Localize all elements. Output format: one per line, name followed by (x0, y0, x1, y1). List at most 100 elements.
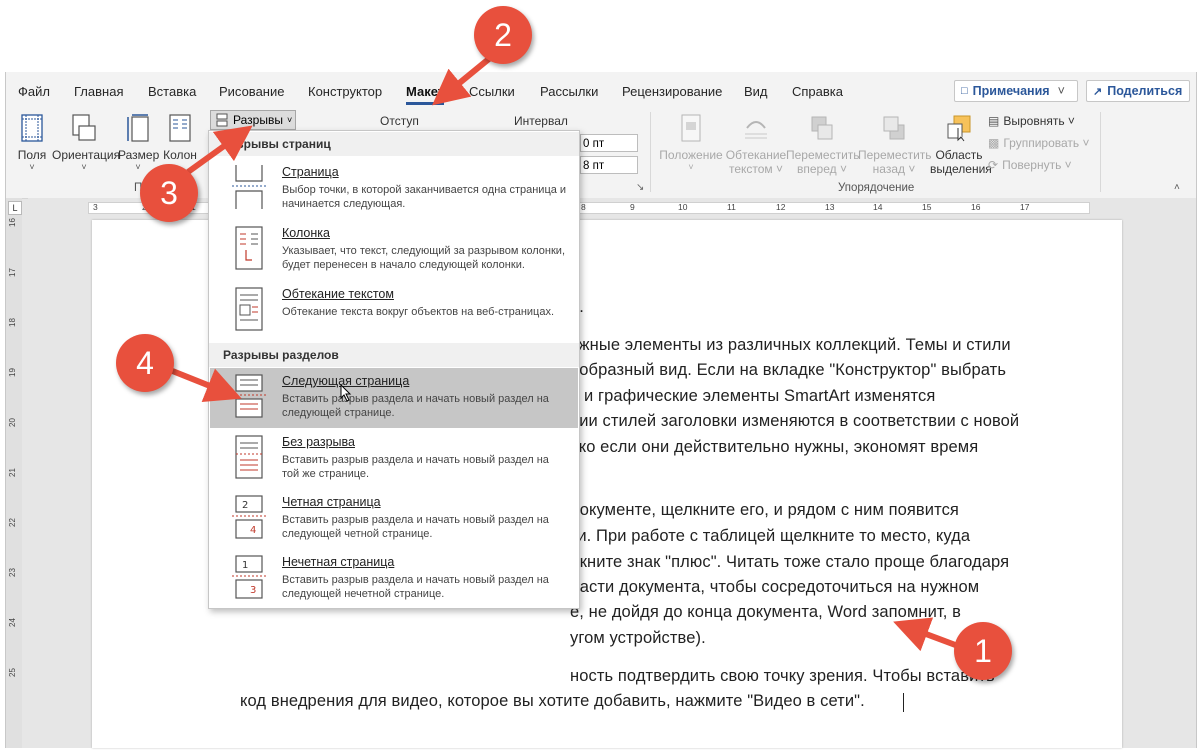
ruler-number: 3 (93, 202, 98, 212)
orientation-button[interactable]: Ориентация ˅ (52, 114, 121, 172)
size-button[interactable]: Размер ˅ (118, 114, 160, 172)
ruler-number: 24 (7, 618, 17, 627)
breaks-dropdown: Разрывы страниц Страница Выбор точки, в … (208, 130, 580, 609)
svg-text:1: 1 (242, 560, 248, 571)
ribbon-tab-bar: Файл Главная Вставка Рисование Конструкт… (6, 72, 1196, 109)
dialog-launcher-icon[interactable]: ↘ (636, 182, 644, 193)
tab-selector[interactable]: L (8, 201, 22, 215)
tab-references[interactable]: Ссылки (469, 84, 515, 99)
spacing-after-input[interactable]: 8 пт (580, 156, 638, 174)
wrap-text-label-1: Обтекание (725, 148, 787, 162)
margins-button[interactable]: Поля ˅ (12, 114, 52, 172)
tab-help[interactable]: Справка (792, 84, 843, 99)
doc-line: ласти документа, чтобы сосредоточиться н… (570, 578, 980, 596)
break-odd-page-title: Нечетная страница (282, 555, 395, 569)
break-even-page-item[interactable]: 24 Четная страница Вставить разрыв разде… (210, 489, 578, 549)
margins-label: Поля (17, 148, 47, 162)
section-breaks-header: Разрывы разделов (209, 343, 579, 367)
tab-draw[interactable]: Рисование (219, 84, 284, 99)
break-column-item[interactable]: Колонка Указывает, что текст, следующий … (210, 220, 578, 280)
rotate-icon: ⟳ (988, 158, 999, 172)
share-button[interactable]: ↗ Поделиться (1086, 80, 1190, 102)
break-text-wrapping-item[interactable]: Обтекание текстом Обтекание текста вокру… (210, 281, 578, 341)
send-backward-button[interactable]: Переместить назад ˅ (858, 114, 932, 176)
break-even-page-desc: Вставить разрыв раздела и начать новый р… (282, 514, 549, 540)
arrange-group-label: Упорядочение (838, 182, 915, 194)
size-label: Размер (118, 148, 160, 162)
ruler-number: 21 (7, 468, 17, 477)
wrap-text-icon (745, 121, 767, 139)
svg-text:4: 4 (250, 525, 256, 536)
spacing-after-value: 8 пт (583, 160, 605, 172)
page-breaks-header: Разрывы страниц (209, 132, 579, 156)
breaks-label: Разрывы (233, 113, 283, 127)
doc-line: и графические элементы SmartArt изменятс… (584, 387, 936, 405)
tab-mailings[interactable]: Рассылки (540, 84, 598, 99)
break-text-wrapping-title: Обтекание текстом (282, 287, 394, 301)
selection-pane-label-1: Область (935, 148, 983, 162)
tab-home[interactable]: Главная (74, 84, 123, 99)
tab-insert[interactable]: Вставка (148, 84, 196, 99)
send-backward-label-1: Переместить (858, 148, 932, 162)
rotate-button[interactable]: ⟳ Повернуть ˅ (988, 158, 1072, 172)
svg-text:3: 3 (250, 585, 256, 596)
spacing-before-input[interactable]: 0 пт (580, 134, 638, 152)
break-next-page-item[interactable]: Следующая страница Вставить разрыв разде… (210, 368, 578, 428)
doc-line: код внедрения для видео, которое вы хоти… (240, 692, 865, 710)
tab-view[interactable]: Вид (744, 84, 768, 99)
selection-pane-icon (947, 115, 971, 142)
tab-file[interactable]: Файл (18, 84, 50, 99)
ruler-number: 16 (971, 202, 981, 212)
wrap-text-button[interactable]: Обтекание текстом ˅ (724, 114, 788, 176)
group-button[interactable]: ▩ Группировать ˅ (988, 136, 1090, 150)
align-button[interactable]: ▤ Выровнять ˅ (988, 114, 1075, 128)
position-button[interactable]: Положение ˅ (656, 114, 726, 172)
collapse-ribbon-icon[interactable]: ˄ (1174, 182, 1180, 193)
doc-line: е, не дойдя до конца документа, Word зап… (570, 603, 961, 621)
align-label: Выровнять ˅ (1003, 114, 1075, 128)
break-next-page-desc: Вставить разрыв раздела и начать новый р… (282, 393, 549, 419)
align-icon: ▤ (988, 114, 1000, 128)
tab-review[interactable]: Рецензирование (622, 84, 722, 99)
page-break-icon (232, 165, 266, 209)
callout-1: 1 (954, 622, 1012, 680)
tab-design[interactable]: Конструктор (308, 84, 382, 99)
ribbon-separator (1100, 112, 1101, 192)
bring-forward-button[interactable]: Переместить вперед ˅ (786, 114, 860, 176)
ribbon-separator (650, 112, 651, 192)
ruler-number: 10 (678, 202, 688, 212)
ruler-number: 15 (922, 202, 932, 212)
break-odd-page-item[interactable]: 13 Нечетная страница Вставить разрыв раз… (210, 549, 578, 609)
wrap-text-label-2: текстом ˅ (728, 162, 784, 176)
orientation-icon (72, 114, 96, 141)
share-label: Поделиться (1107, 84, 1183, 98)
horizontal-ruler[interactable]: 3211234567891011121314151617 (28, 198, 1196, 216)
breaks-icon (216, 113, 228, 127)
rotate-label: Повернуть ˅ (1002, 158, 1072, 172)
ruler-number: 25 (7, 668, 17, 677)
chevron-down-icon: ˅ (1057, 84, 1065, 98)
doc-line: лкните знак "плюс". Читать тоже стало пр… (570, 553, 1010, 571)
vertical-ruler[interactable]: 16 17 18 19 20 21 22 23 24 25 (6, 198, 22, 748)
group-label: Группировать ˅ (1003, 136, 1090, 150)
continuous-break-icon (235, 435, 263, 479)
tab-layout[interactable]: Макет (406, 84, 445, 105)
break-continuous-item[interactable]: Без разрыва Вставить разрыв раздела и на… (210, 429, 578, 489)
breaks-button[interactable]: Разрывы ˅ (210, 110, 296, 130)
break-page-item[interactable]: Страница Выбор точки, в которой заканчив… (210, 159, 578, 219)
break-page-title: Страница (282, 165, 339, 179)
comments-label: Примечания (972, 84, 1050, 98)
ruler-number: 16 (7, 218, 17, 227)
doc-line: ообразный вид. Если на вкладке "Конструк… (570, 361, 1007, 379)
even-page-break-icon: 24 (232, 495, 266, 539)
callout-4: 4 (116, 334, 174, 392)
selection-pane-button[interactable]: Область выделения (930, 114, 992, 176)
columns-button[interactable]: Колон (162, 114, 198, 162)
text-cursor (903, 693, 904, 712)
columns-icon (169, 114, 191, 142)
ruler-number: 20 (7, 418, 17, 427)
orientation-label: Ориентация (52, 148, 121, 162)
margins-icon (21, 114, 43, 142)
comments-button[interactable]: □ Примечания ˅ (954, 80, 1078, 102)
callout-2: 2 (474, 6, 532, 64)
